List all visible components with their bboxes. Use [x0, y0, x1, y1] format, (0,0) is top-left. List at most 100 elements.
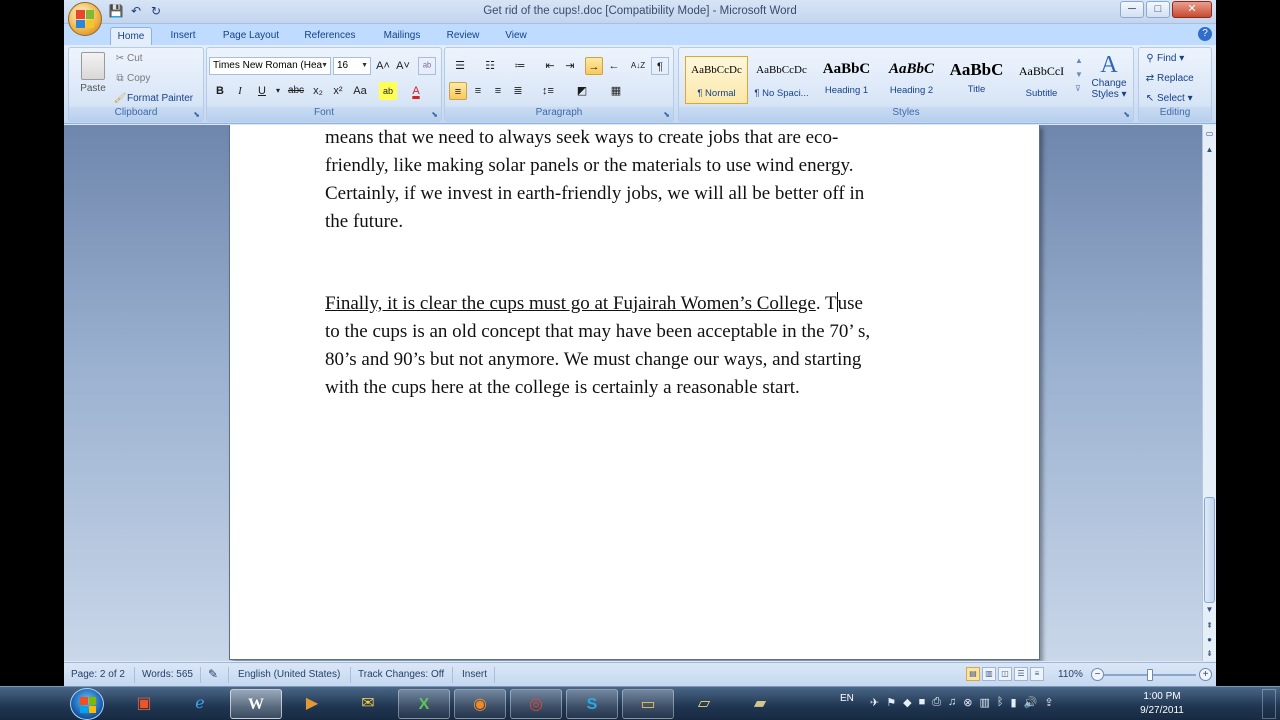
page-indicator[interactable]: Page: 2 of 2: [71, 669, 125, 680]
style-subtitle[interactable]: AaBbCcI Subtitle: [1010, 56, 1073, 104]
taskbar-firefox-icon[interactable]: ◉: [454, 689, 506, 719]
tab-home[interactable]: Home: [110, 27, 152, 45]
zoom-in-icon[interactable]: +: [1199, 668, 1212, 681]
align-left-icon[interactable]: ≡: [449, 82, 467, 100]
taskbar-sticky-notes-icon[interactable]: ▱: [678, 689, 730, 719]
highlight-button[interactable]: ab: [379, 82, 397, 100]
print-layout-icon[interactable]: ▤: [966, 667, 980, 681]
bold-button[interactable]: B: [211, 82, 229, 100]
flag-icon[interactable]: ⚑: [886, 696, 896, 709]
network-icon[interactable]: ▥: [980, 696, 990, 709]
taskbar-skype-icon[interactable]: S: [566, 689, 618, 719]
ruler-toggle-icon[interactable]: ▭: [1203, 127, 1216, 140]
full-screen-reading-icon[interactable]: ▥: [982, 667, 996, 681]
taskbar-powerpoint-icon[interactable]: ▣: [118, 689, 170, 719]
tab-review[interactable]: Review: [440, 27, 486, 45]
help-icon[interactable]: ?: [1198, 27, 1212, 41]
language-indicator[interactable]: EN: [840, 693, 854, 704]
change-styles-button[interactable]: A Change Styles ▾: [1087, 52, 1131, 100]
tab-references[interactable]: References: [298, 27, 362, 45]
power-icon[interactable]: ▮: [1011, 696, 1017, 709]
clipboard-launcher-icon[interactable]: ⬊: [193, 110, 200, 119]
change-case-button[interactable]: Aa: [349, 82, 371, 100]
find-button[interactable]: ⚲ Find ▾: [1143, 53, 1184, 64]
subscript-button[interactable]: x₂: [309, 82, 327, 100]
shrink-font-button[interactable]: A˅: [394, 57, 412, 75]
justify-icon[interactable]: ≣: [509, 82, 527, 100]
taskbar-media-player-icon[interactable]: ▶: [286, 689, 338, 719]
increase-indent-icon[interactable]: ⇥: [561, 57, 579, 75]
show-marks-button[interactable]: ¶: [651, 57, 669, 75]
select-button[interactable]: ↖ Select ▾: [1143, 93, 1193, 104]
insert-mode-indicator[interactable]: Insert: [462, 669, 487, 680]
taskbar-app-icon[interactable]: ▰: [734, 689, 786, 719]
replace-button[interactable]: ⇄ Replace: [1143, 73, 1194, 84]
shading-icon[interactable]: ◩: [569, 82, 595, 100]
align-right-icon[interactable]: ≡: [489, 82, 507, 100]
taskbar-chrome-icon[interactable]: ◎: [510, 689, 562, 719]
align-center-icon[interactable]: ≡: [469, 82, 487, 100]
rtl-direction-icon[interactable]: ←: [605, 57, 623, 75]
tray-icon[interactable]: ⇪: [1044, 696, 1053, 709]
tab-view[interactable]: View: [496, 27, 536, 45]
outline-icon[interactable]: ☰: [1014, 667, 1028, 681]
tray-icon[interactable]: ⊗: [963, 696, 972, 709]
styles-scroll[interactable]: ▲ ▼ ⊽: [1075, 54, 1085, 102]
draft-icon[interactable]: ≡: [1030, 667, 1044, 681]
show-desktop-button[interactable]: [1262, 689, 1276, 719]
clear-formatting-button[interactable]: ᵃᵇ: [418, 57, 436, 75]
maximize-button[interactable]: □: [1146, 1, 1170, 18]
italic-button[interactable]: I: [231, 82, 249, 100]
format-painter-button[interactable]: 🖌Format Painter: [113, 93, 194, 104]
scroll-thumb[interactable]: [1204, 497, 1215, 603]
taskbar-word-icon[interactable]: W: [230, 689, 282, 719]
bluetooth-icon[interactable]: ᛒ: [997, 696, 1004, 709]
zoom-slider-thumb[interactable]: [1147, 669, 1153, 681]
font-launcher-icon[interactable]: ⬊: [431, 110, 438, 119]
previous-page-icon[interactable]: ⇞: [1203, 619, 1216, 632]
taskbar-ie-icon[interactable]: ℯ: [174, 689, 226, 719]
clock[interactable]: 1:00 PM 9/27/2011: [1134, 690, 1190, 718]
style-normal[interactable]: AaBbCcDc ¶ Normal: [685, 56, 748, 104]
superscript-button[interactable]: x²: [329, 82, 347, 100]
vertical-scrollbar[interactable]: ▭ ▲ ▼ ⇞ ● ⇟: [1202, 125, 1216, 661]
language-indicator[interactable]: English (United States): [238, 669, 340, 680]
close-button[interactable]: ✕: [1172, 1, 1212, 18]
sort-button[interactable]: A↓Z: [629, 57, 647, 75]
taskbar-explorer-icon[interactable]: ▭: [622, 689, 674, 719]
start-button[interactable]: [70, 688, 104, 720]
zoom-level[interactable]: 110%: [1058, 669, 1083, 680]
style-no-spacing[interactable]: AaBbCcDc ¶ No Spaci...: [750, 56, 813, 104]
zoom-out-icon[interactable]: −: [1091, 668, 1104, 681]
taskbar-outlook-icon[interactable]: ✉: [342, 689, 394, 719]
word-count[interactable]: Words: 565: [142, 669, 193, 680]
tab-page-layout[interactable]: Page Layout: [216, 27, 286, 45]
tray-icon[interactable]: ⎙: [932, 696, 941, 709]
web-layout-icon[interactable]: ◫: [998, 667, 1012, 681]
line-spacing-icon[interactable]: ↕≡: [535, 82, 561, 100]
font-size-combo[interactable]: 16 ▼: [333, 57, 371, 75]
paste-button[interactable]: Paste: [75, 52, 111, 104]
track-changes-indicator[interactable]: Track Changes: Off: [358, 669, 444, 680]
tab-mailings[interactable]: Mailings: [374, 27, 430, 45]
style-heading-1[interactable]: AaBbC Heading 1: [815, 56, 878, 104]
tab-insert[interactable]: Insert: [162, 27, 204, 45]
tray-icon[interactable]: ■: [919, 696, 926, 709]
styles-launcher-icon[interactable]: ⬊: [1123, 110, 1130, 119]
scroll-down-icon[interactable]: ▼: [1203, 603, 1216, 616]
decrease-indent-icon[interactable]: ⇤: [541, 57, 559, 75]
select-browse-object-icon[interactable]: ●: [1203, 633, 1216, 646]
paragraph-launcher-icon[interactable]: ⬊: [663, 110, 670, 119]
style-title[interactable]: AaBbC Title: [945, 56, 1008, 104]
ltr-direction-icon[interactable]: →: [585, 57, 603, 75]
document-page[interactable]: means that we need to always seek ways t…: [229, 125, 1040, 660]
numbering-icon[interactable]: ☷: [479, 57, 501, 75]
taskbar-excel-icon[interactable]: X: [398, 689, 450, 719]
grow-font-button[interactable]: A˄: [374, 57, 392, 75]
office-button[interactable]: [68, 2, 102, 36]
scroll-up-icon[interactable]: ▲: [1203, 143, 1216, 156]
proofing-icon[interactable]: ✎: [208, 667, 218, 681]
copy-button[interactable]: ⧉ Copy: [113, 73, 150, 84]
font-color-button[interactable]: A: [407, 82, 425, 100]
tray-icon[interactable]: ✈: [870, 696, 879, 709]
